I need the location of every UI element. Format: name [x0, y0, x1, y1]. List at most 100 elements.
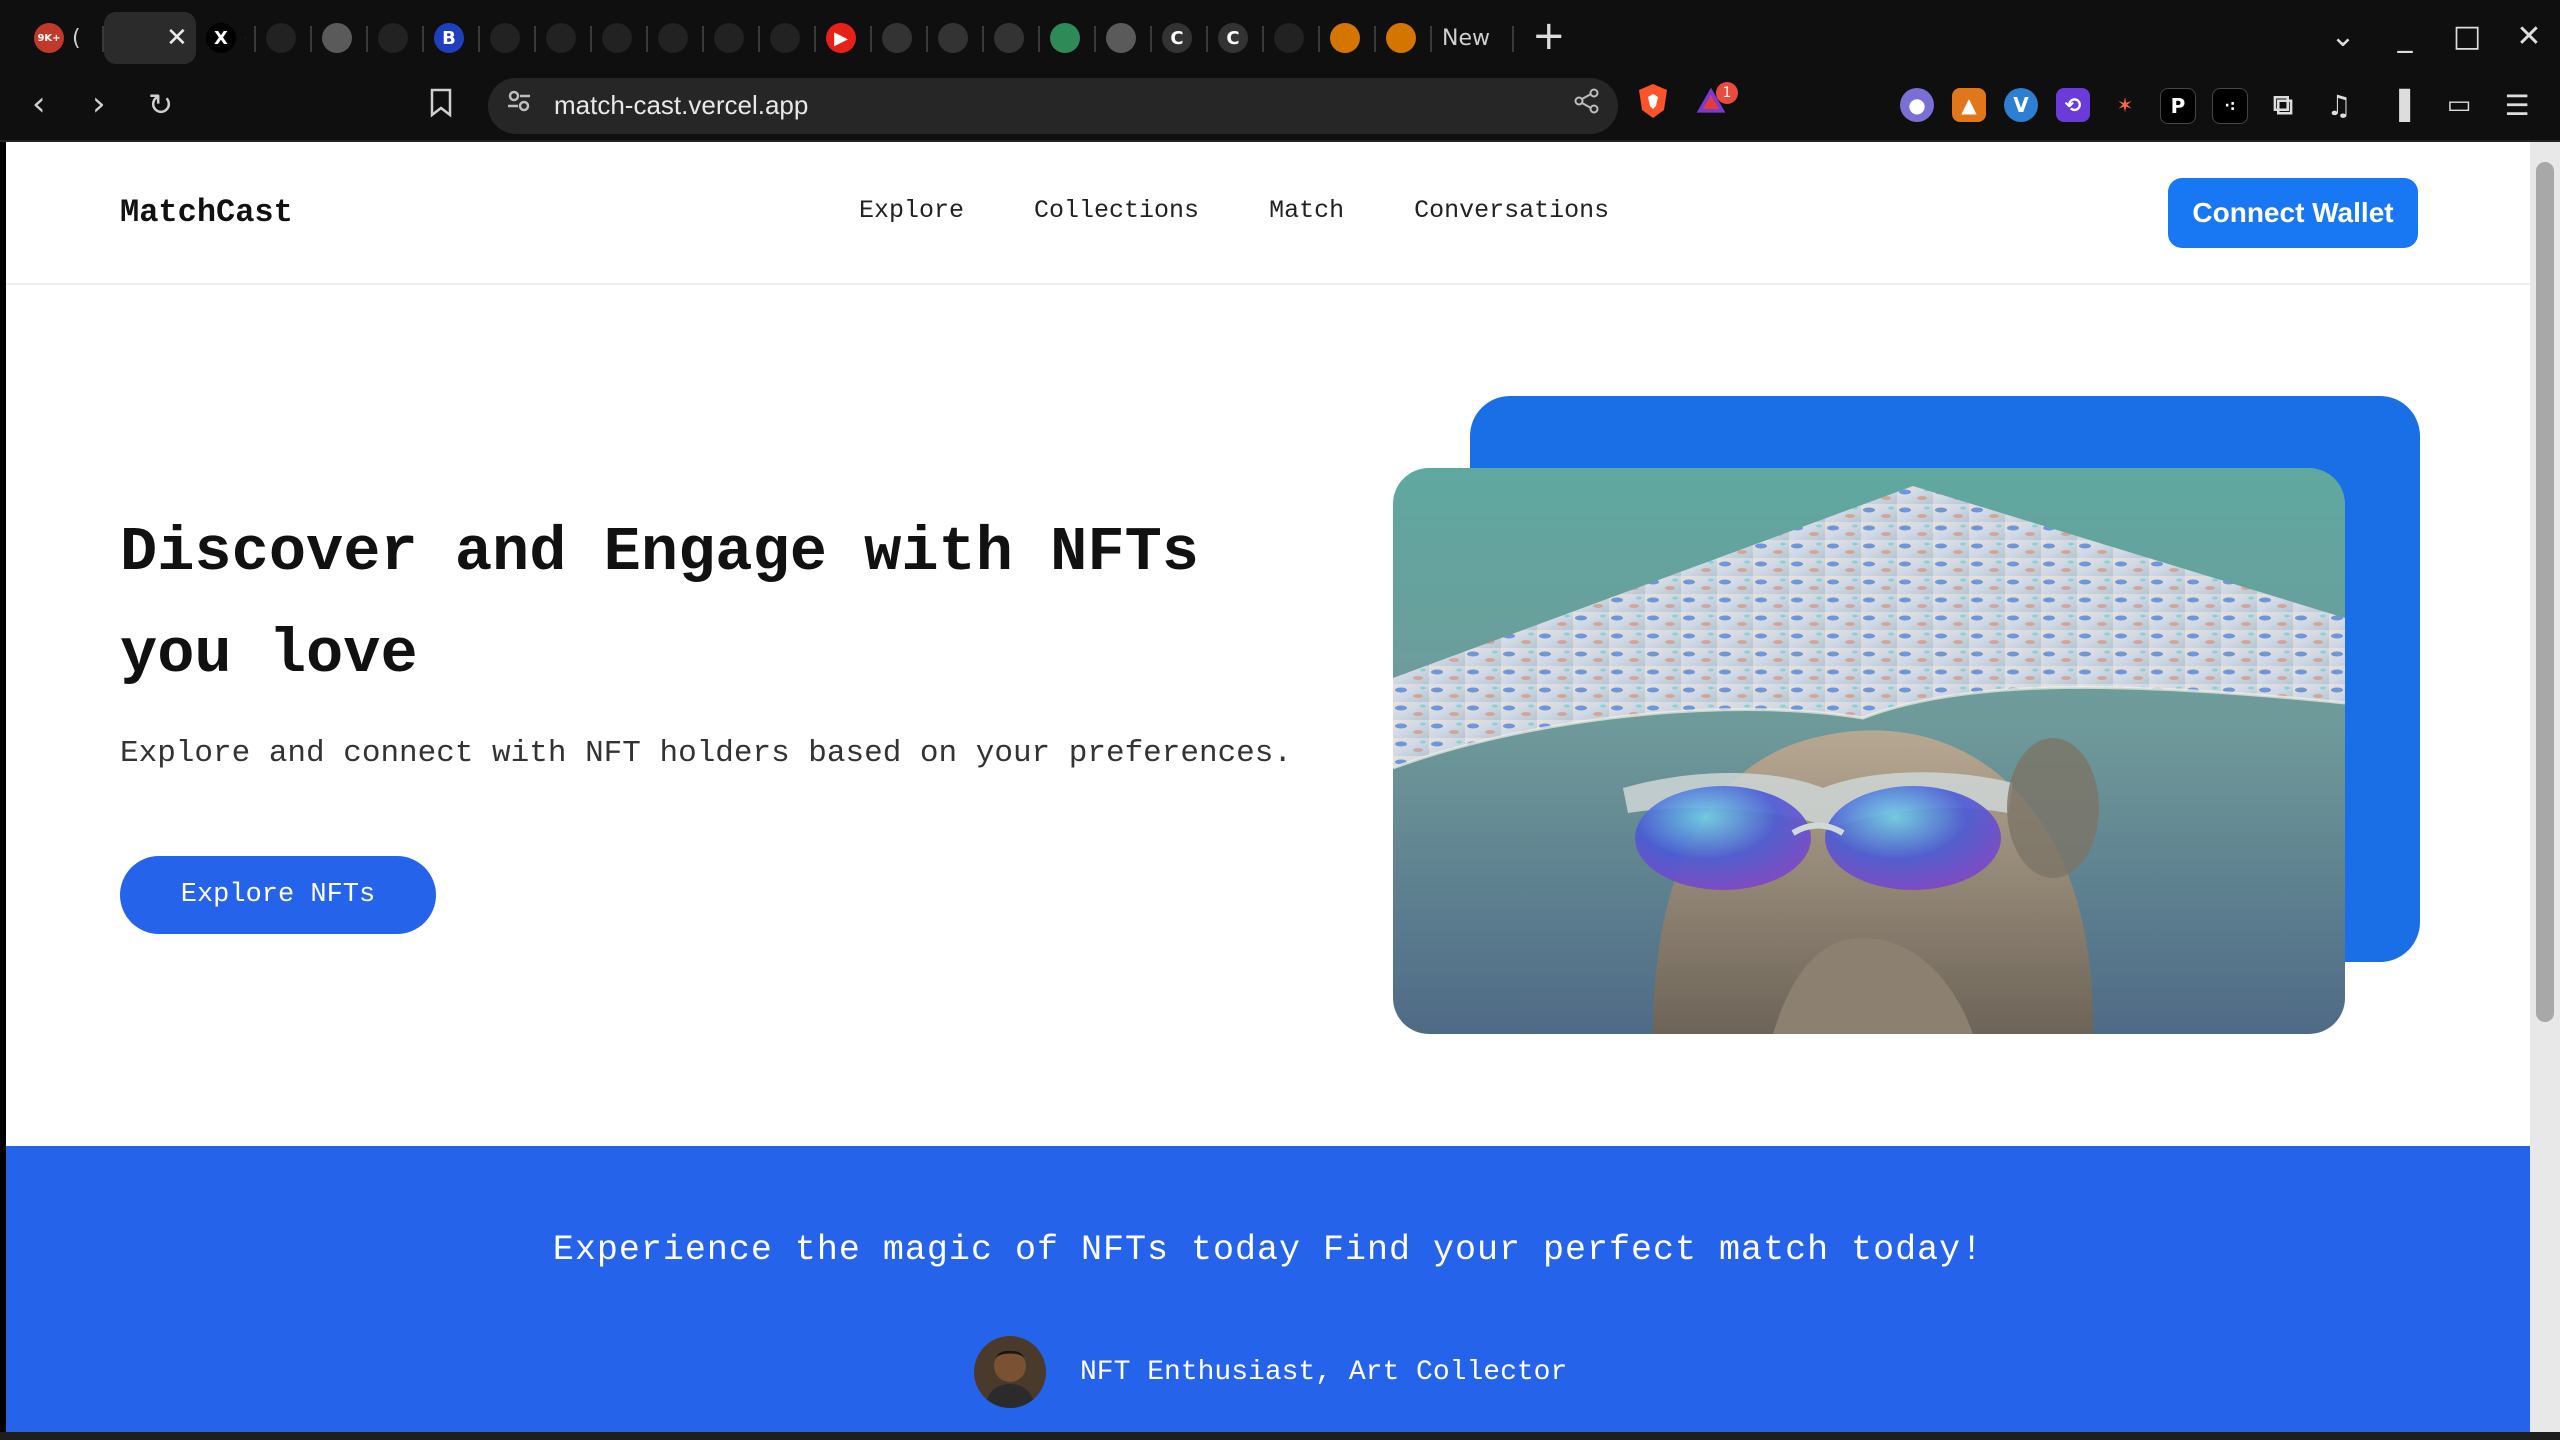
browser-tab[interactable]: r	[368, 12, 424, 64]
ghost-extension-icon[interactable]: ●	[1900, 88, 1934, 122]
site-info-icon[interactable]	[506, 88, 532, 121]
browser-tab[interactable]: t	[536, 12, 592, 64]
page-viewport: MatchCast Explore Collections Match Conv…	[6, 142, 2530, 1432]
browser-tab[interactable]: CC	[1208, 12, 1264, 64]
site-logo[interactable]: MatchCast	[120, 194, 293, 231]
avatar	[974, 1336, 1046, 1408]
tab-favicon-icon	[602, 23, 632, 53]
metamask-icon[interactable]: ▲	[1952, 88, 1986, 122]
new-tab-button[interactable]: +	[1532, 16, 1566, 56]
browser-tab[interactable]: New	[1432, 12, 1514, 64]
cta-headline: Experience the magic of NFTs today Find …	[552, 1230, 1984, 1270]
tab-favicon-icon	[378, 23, 408, 53]
tab-favicon-icon	[1274, 23, 1304, 53]
tab-favicon-icon	[546, 23, 576, 53]
browser-tab[interactable]: F	[256, 12, 312, 64]
browser-tab[interactable]: F	[1320, 12, 1376, 64]
nav-match[interactable]: Match	[1269, 196, 1344, 225]
nav-collections[interactable]: Collections	[1034, 196, 1199, 225]
tab-favicon-icon: C	[1162, 23, 1192, 53]
tools-extension-icon[interactable]: ✶	[2108, 88, 2142, 122]
tab-favicon-icon: 9K+	[34, 23, 64, 53]
tab-favicon-icon	[882, 23, 912, 53]
browser-tab[interactable]: F	[1040, 12, 1096, 64]
browser-tab[interactable]: F	[1264, 12, 1320, 64]
browser-tab[interactable]: 9K+ (	[24, 12, 104, 64]
scrollbar-thumb[interactable]	[2536, 162, 2554, 1022]
back-icon[interactable]: ‹	[32, 84, 46, 124]
tab-title: (	[244, 26, 246, 51]
browser-tab[interactable]: a	[648, 12, 704, 64]
explore-nfts-button[interactable]: Explore NFTs	[120, 856, 436, 934]
testimonial: NFT Enthusiast, Art Collector	[974, 1336, 1567, 1408]
extensions-puzzle-icon[interactable]: ⧉	[2266, 88, 2300, 122]
nav-conversations[interactable]: Conversations	[1414, 196, 1609, 225]
tab-title: New	[1442, 25, 1490, 51]
browser-tab[interactable]: L	[984, 12, 1040, 64]
forward-icon[interactable]: ›	[92, 84, 106, 124]
rewards-badge: 1	[1716, 82, 1738, 104]
nav-explore[interactable]: Explore	[859, 196, 964, 225]
window-bottom-edge	[0, 1432, 2560, 1440]
browser-tab[interactable]: M✕	[104, 12, 196, 64]
browser-tab[interactable]: T	[928, 12, 984, 64]
browser-tab[interactable]: c	[480, 12, 536, 64]
browser-tab[interactable]: p	[312, 12, 368, 64]
browser-toolbar: ‹ › ↻ match-cast.vercel.app 1 ● ▲ V ⟲ ✶ …	[0, 72, 2560, 142]
tab-favicon-icon	[1386, 23, 1416, 53]
page-scrollbar[interactable]	[2530, 142, 2560, 1432]
menu-icon[interactable]: ☰	[2500, 88, 2534, 122]
bookmark-icon[interactable]	[430, 88, 452, 125]
tab-favicon-icon	[714, 23, 744, 53]
tab-title: (	[72, 25, 81, 51]
sidebar-toggle-icon[interactable]: ▐	[2382, 88, 2416, 122]
wallet-icon[interactable]: ▭	[2442, 88, 2476, 122]
tab-favicon-icon	[490, 23, 520, 53]
hero-subtitle: Explore and connect with NFT holders bas…	[120, 736, 1292, 771]
browser-tab[interactable]: N	[1096, 12, 1152, 64]
tab-favicon-icon	[994, 23, 1024, 53]
vue-extension-icon[interactable]: V	[2004, 88, 2038, 122]
hero-title: Discover and Engage with NFTs you love	[120, 517, 1199, 690]
browser-tab-bar: 9K+(M✕X(FprBEctFaJJ▶(CTLFNCFCCFFCNew + ⌄…	[0, 0, 2560, 72]
hero-nft-image	[1393, 468, 2345, 1034]
main-nav: Explore Collections Match Conversations	[859, 196, 1609, 225]
address-bar[interactable]: match-cast.vercel.app	[488, 78, 1618, 134]
site-header: MatchCast Explore Collections Match Conv…	[6, 142, 2530, 285]
sync-extension-icon[interactable]: ⟲	[2056, 88, 2090, 122]
tab-favicon-icon	[1330, 23, 1360, 53]
tab-favicon-icon	[266, 23, 296, 53]
media-music-icon[interactable]: ♫	[2322, 88, 2356, 122]
browser-tab[interactable]: X(	[196, 12, 256, 64]
tab-favicon-icon: ▶	[826, 23, 856, 53]
minimize-icon[interactable]: _	[2374, 19, 2436, 54]
share-icon[interactable]	[1574, 88, 1600, 121]
tab-favicon-icon: X	[206, 23, 236, 53]
p-extension-icon[interactable]: P	[2160, 88, 2196, 124]
maximize-icon[interactable]: □	[2436, 19, 2498, 54]
browser-tab[interactable]: C	[872, 12, 928, 64]
tab-favicon-icon	[770, 23, 800, 53]
brave-shields-icon[interactable]	[1636, 84, 1670, 118]
browser-tab[interactable]: BE	[424, 12, 480, 64]
connect-wallet-button[interactable]: Connect Wallet	[2168, 178, 2418, 248]
browser-tab[interactable]: J	[760, 12, 816, 64]
tab-favicon-icon	[322, 23, 352, 53]
browser-tab[interactable]: C	[1376, 12, 1432, 64]
window-controls: ⌄ _ □ ✕	[2312, 0, 2560, 72]
cta-band: Experience the magic of NFTs today Find …	[6, 1146, 2530, 1432]
tab-favicon-icon	[938, 23, 968, 53]
browser-tab[interactable]: CF	[1152, 12, 1208, 64]
close-window-icon[interactable]: ✕	[2498, 19, 2560, 54]
tab-favicon-icon: B	[434, 23, 464, 53]
tab-list-dropdown-icon[interactable]: ⌄	[2312, 19, 2374, 54]
browser-tab[interactable]: F	[592, 12, 648, 64]
testimonial-role: NFT Enthusiast, Art Collector	[1080, 1356, 1568, 1388]
browser-tab[interactable]: ▶(	[816, 12, 872, 64]
tab-close-icon[interactable]: ✕	[166, 23, 188, 53]
reload-icon[interactable]: ↻	[148, 88, 173, 123]
browser-tab[interactable]: J	[704, 12, 760, 64]
tab-strip: 9K+(M✕X(FprBEctFaJJ▶(CTLFNCFCCFFCNew	[0, 0, 1514, 72]
tab-favicon-icon: C	[1218, 23, 1248, 53]
terminal-extension-icon[interactable]: ·:	[2212, 88, 2248, 124]
